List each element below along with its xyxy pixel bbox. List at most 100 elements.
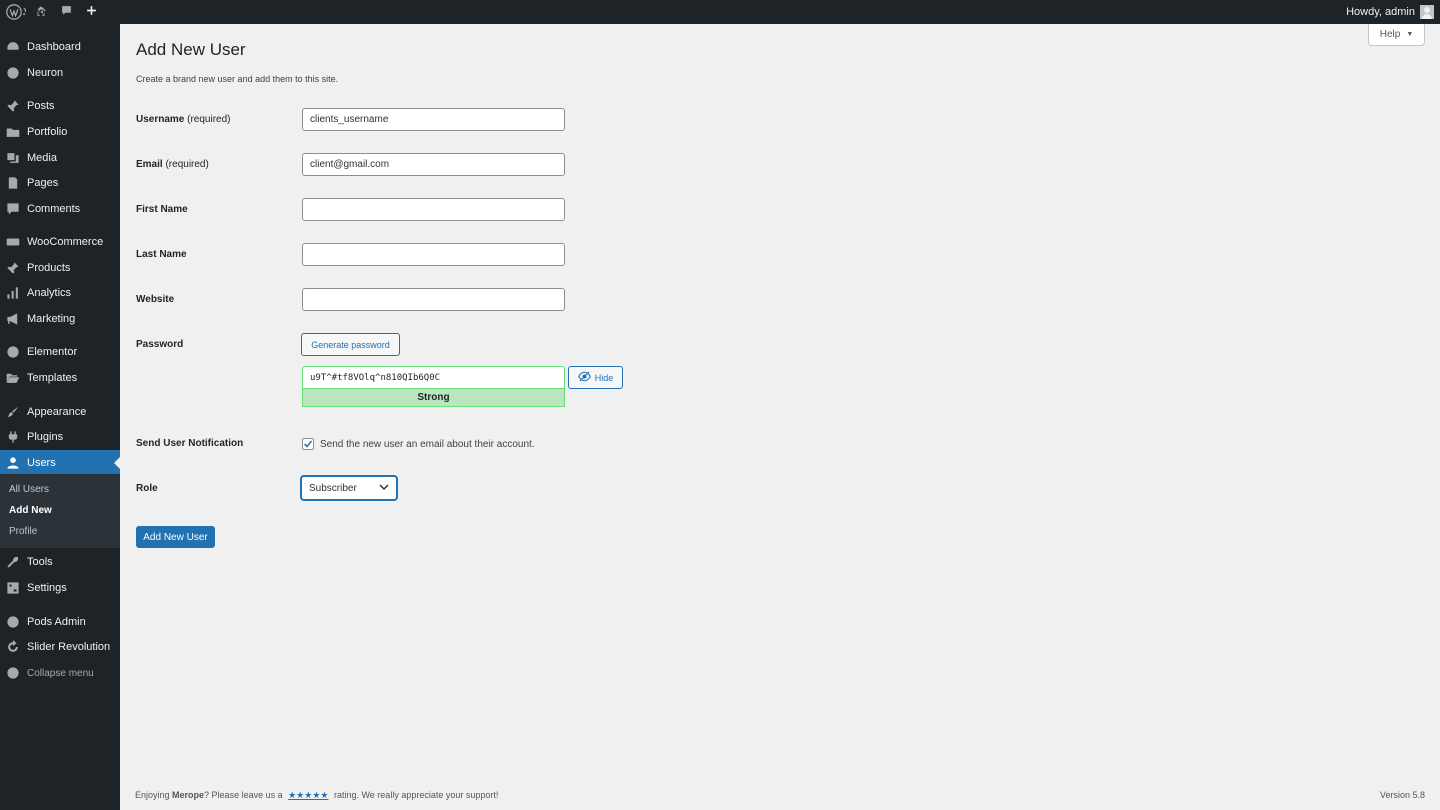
sidebar-item-pods-admin[interactable]: Pods Admin — [0, 609, 120, 635]
hide-password-button[interactable]: Hide — [568, 366, 623, 389]
eye-hidden-icon — [577, 371, 595, 384]
sidebar-item-appearance[interactable]: Appearance — [0, 399, 120, 425]
sidebar-item-neuron[interactable]: Neuron — [0, 60, 120, 86]
help-button[interactable]: Help ▼ — [1368, 24, 1425, 46]
sidebar-item-woocommerce[interactable]: WooCommerce — [0, 229, 120, 255]
avatar — [1420, 5, 1434, 19]
sidebar-item-pages[interactable]: Pages — [0, 170, 120, 196]
sidebar-item-label: Neuron — [27, 67, 64, 79]
notification-text: Send the new user an email about their a… — [320, 438, 535, 450]
comments-link[interactable]: 0 — [21, 0, 79, 24]
checkmark-icon — [303, 440, 313, 448]
sidebar-item-label: Plugins — [27, 431, 64, 443]
sidebar-item-label: Pages — [27, 177, 59, 189]
new-label: New — [21, 6, 42, 18]
sidebar-item-label: Slider Revolution — [27, 641, 111, 653]
footer-text-after: rating. We really appreciate your suppor… — [331, 790, 499, 800]
caret-down-icon: ▼ — [1406, 31, 1414, 38]
sidebar-item-label: Pods Admin — [27, 616, 86, 628]
email-label-text: Email — [136, 159, 163, 170]
notification-label: Send User Notification — [136, 438, 244, 449]
bar-chart-icon — [6, 286, 20, 300]
username-label-text: Username — [136, 114, 185, 125]
sidebar-item-label: Dashboard — [27, 41, 81, 53]
sidebar-item-slider-revolution[interactable]: Slider Revolution — [0, 634, 120, 660]
sidebar-item-collapse-menu[interactable]: Collapse menu — [0, 660, 120, 686]
submenu-item-add-new[interactable]: Add New — [9, 505, 52, 516]
email-label: Email (required) — [136, 159, 209, 170]
sidebar-item-products[interactable]: Products — [0, 255, 120, 281]
neuron-icon — [6, 66, 20, 80]
sidebar-item-analytics[interactable]: Analytics — [0, 280, 120, 306]
first-name-label: First Name — [136, 204, 188, 215]
sidebar-item-elementor[interactable]: Elementor — [0, 339, 120, 365]
collapse-icon — [6, 666, 20, 680]
refresh-icon — [6, 640, 20, 654]
role-select[interactable]: Subscriber — [301, 476, 397, 500]
username-input[interactable]: clients_username — [302, 108, 565, 131]
password-strength-indicator: Strong — [302, 388, 565, 407]
page-icon — [6, 176, 20, 190]
plus-icon — [86, 5, 97, 19]
settings-icon — [6, 581, 20, 595]
sidebar-item-label: WooCommerce — [27, 236, 104, 248]
email-input[interactable]: client@gmail.com — [302, 153, 565, 176]
sidebar-item-comments[interactable]: Comments — [0, 196, 120, 222]
sidebar-item-users[interactable]: Users — [0, 450, 120, 476]
first-name-input[interactable] — [302, 198, 565, 221]
sidebar-item-portfolio[interactable]: Portfolio — [0, 119, 120, 145]
chevron-down-icon — [379, 483, 389, 494]
submenu-item-profile[interactable]: Profile — [9, 526, 37, 537]
last-name-input[interactable] — [302, 243, 565, 266]
submenu-item-all-users[interactable]: All Users — [9, 484, 49, 495]
dashboard-icon — [6, 40, 20, 54]
admin-sidebar: Dashboard Neuron Posts Portfolio Media Pages C… — [0, 24, 120, 810]
sidebar-item-label: Elementor — [27, 346, 78, 358]
required-marker: (required) — [187, 114, 231, 125]
sidebar-item-dashboard[interactable]: Dashboard — [0, 34, 120, 60]
sidebar-item-label: Templates — [27, 372, 78, 384]
sidebar-item-label: Marketing — [27, 313, 76, 325]
comment-bubble-icon — [61, 5, 72, 19]
role-selected-value: Subscriber — [309, 482, 357, 494]
role-label: Role — [136, 483, 158, 494]
sidebar-item-label: Settings — [27, 582, 67, 594]
sidebar-item-label: Analytics — [27, 287, 72, 299]
user-icon — [6, 456, 20, 470]
greeting-label: Howdy, admin — [1346, 6, 1415, 18]
sidebar-item-media[interactable]: Media — [0, 145, 120, 171]
footer-text-mid: ? Please leave us a — [204, 790, 286, 800]
elementor-icon — [6, 345, 20, 359]
sidebar-item-label: Comments — [27, 203, 81, 215]
footer-text-before: Enjoying — [135, 790, 173, 800]
sidebar-item-settings[interactable]: Settings — [0, 575, 120, 601]
add-new-user-button[interactable]: Add New User — [136, 526, 215, 548]
pods-icon — [6, 615, 20, 629]
new-content-link[interactable]: New — [21, 0, 104, 24]
footer-thankyou: Enjoying Merope? Please leave us a ★★★★★… — [135, 790, 498, 801]
sidebar-item-tools[interactable]: Tools — [0, 549, 120, 575]
sidebar-item-label: Collapse menu — [27, 667, 94, 679]
notification-checkbox[interactable] — [302, 438, 314, 450]
hide-label: Hide — [594, 372, 614, 383]
password-input[interactable]: u9T^#tf8VOlq^n810QIb6Q0C — [302, 366, 565, 388]
sidebar-item-label: Appearance — [27, 406, 87, 418]
folder-open-icon — [6, 371, 20, 385]
sidebar-item-templates[interactable]: Templates — [0, 365, 120, 391]
sidebar-item-marketing[interactable]: Marketing — [0, 306, 120, 332]
pin-icon — [6, 99, 20, 113]
main-content: Help ▼ Add New User Create a brand new u… — [120, 24, 1440, 810]
rating-stars-link[interactable]: ★★★★★ — [288, 790, 328, 800]
brush-icon — [6, 405, 20, 419]
sidebar-item-posts[interactable]: Posts — [0, 93, 120, 119]
woo-icon — [6, 235, 20, 249]
generate-password-button[interactable]: Generate password — [301, 333, 400, 356]
comment-icon — [6, 202, 20, 216]
sidebar-item-plugins[interactable]: Plugins — [0, 424, 120, 450]
sidebar-item-label: Users — [27, 457, 56, 469]
website-input[interactable] — [302, 288, 565, 311]
required-marker: (required) — [165, 159, 209, 170]
my-account-link[interactable]: Howdy, admin — [1339, 0, 1440, 24]
megaphone-icon — [6, 312, 20, 326]
folder-icon — [6, 125, 20, 139]
